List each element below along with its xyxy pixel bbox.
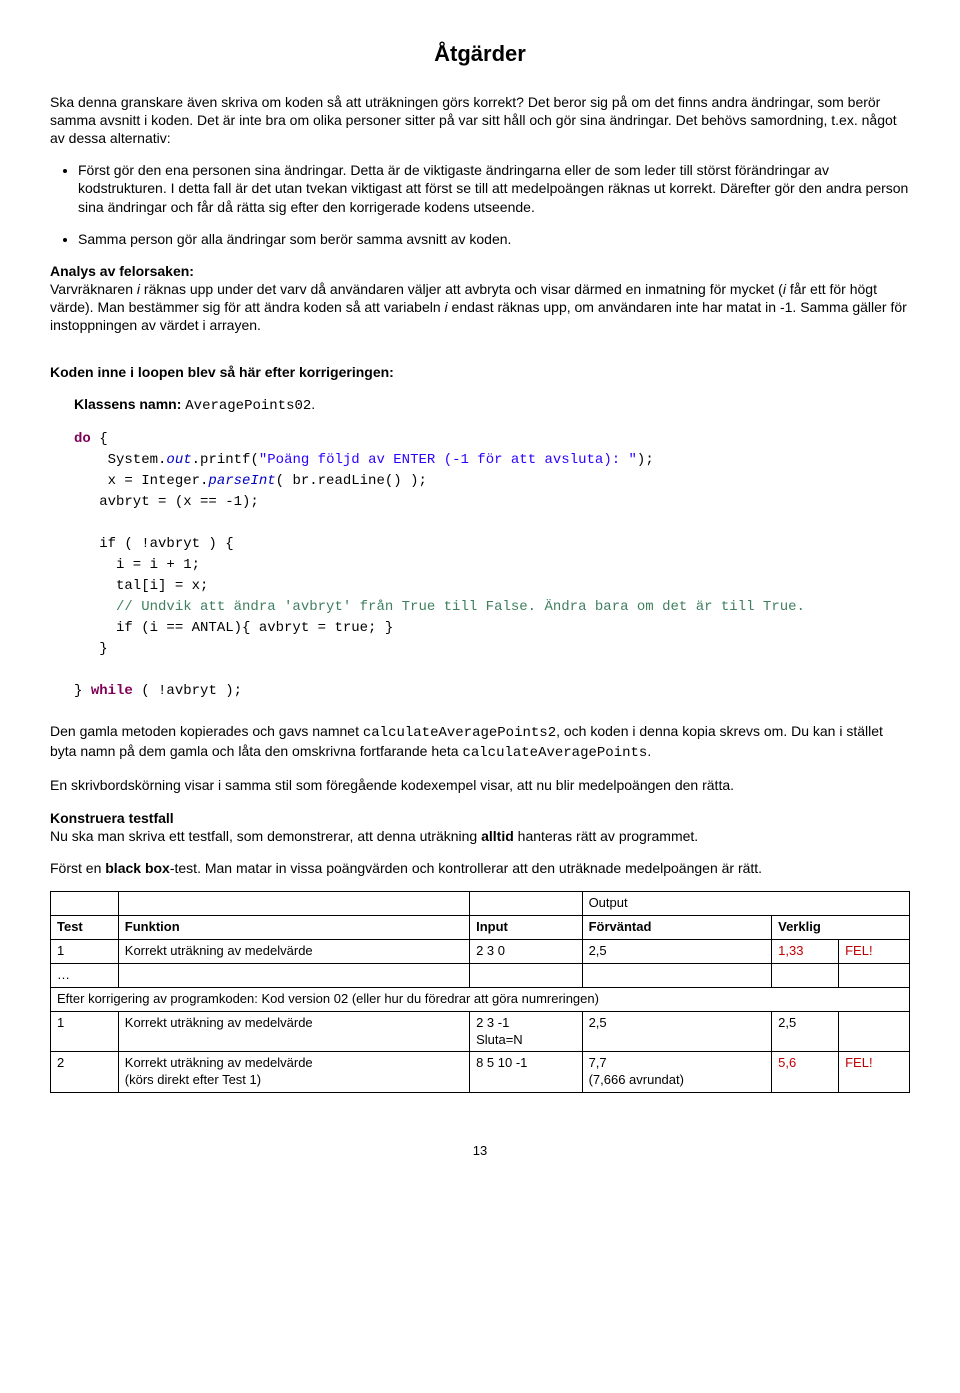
bullet-list: Först gör den ena personen sina ändringa…	[50, 161, 910, 248]
text: .	[647, 743, 651, 759]
text: Den gamla metoden kopierades och gavs na…	[50, 723, 363, 739]
code: i = i + 1;	[74, 557, 200, 573]
code: System.	[74, 452, 166, 468]
page-title: Åtgärder	[50, 40, 910, 69]
col-verklig: Verklig	[772, 916, 910, 940]
code: if (i == ANTAL){ avbryt = true; }	[74, 620, 393, 636]
intro-para: Ska denna granskare även skriva om koden…	[50, 93, 910, 148]
expected-line: 7,7	[589, 1055, 607, 1070]
code: ( br.readLine() );	[276, 473, 427, 489]
code: ( !avbryt );	[133, 683, 242, 699]
input-line: 2 3 -1	[476, 1015, 509, 1030]
cell-fel: FEL!	[839, 939, 910, 963]
table-row: Efter korrigering av programkoden: Kod v…	[51, 987, 910, 1011]
copy-method-para: Den gamla metoden kopierades och gavs na…	[50, 722, 910, 762]
text: Varvräknaren	[50, 281, 137, 297]
code-comment: // Undvik att ändra 'avbryt' från True t…	[74, 599, 805, 615]
text: Nu ska man skriva ett testfall, som demo…	[50, 828, 481, 844]
expected-line: (7,666 avrundat)	[589, 1072, 684, 1087]
cell-dots: …	[51, 963, 119, 987]
code: avbryt = (x == -1);	[74, 494, 259, 510]
code: x = Integer.	[74, 473, 208, 489]
code: );	[637, 452, 654, 468]
code: tal[i] = x;	[74, 578, 208, 594]
page-number: 13	[50, 1143, 910, 1160]
cell: 1	[51, 1011, 119, 1052]
cell-fel: FEL!	[839, 1052, 910, 1093]
code: .printf(	[192, 452, 259, 468]
field-out: out	[166, 452, 191, 468]
list-item: Samma person gör alla ändringar som berö…	[78, 230, 910, 248]
emph-alltid: alltid	[481, 828, 514, 844]
emph-blackbox: black box	[105, 860, 170, 876]
table-row: 2 Korrekt uträkning av medelvärde (körs …	[51, 1052, 910, 1093]
cell: 2,5	[582, 939, 772, 963]
cell: 7,7 (7,666 avrundat)	[582, 1052, 772, 1093]
table-row: …	[51, 963, 910, 987]
analysis-para: Analys av felorsaken: Varvräknaren i räk…	[50, 262, 910, 335]
input-line: Sluta=N	[476, 1032, 523, 1047]
text: Först en	[50, 860, 105, 876]
cell: 1	[51, 939, 119, 963]
table-row: Output	[51, 892, 910, 916]
construct-heading: Konstruera testfall	[50, 810, 174, 826]
cell: 2 3 0	[470, 939, 582, 963]
code-block: do { System.out.printf("Poäng följd av E…	[74, 429, 910, 702]
table-row: 1 Korrekt uträkning av medelvärde 2 3 -1…	[51, 1011, 910, 1052]
cell: Korrekt uträkning av medelvärde (körs di…	[118, 1052, 469, 1093]
func-line: Korrekt uträkning av medelvärde	[125, 1055, 313, 1070]
test-table: Output Test Funktion Input Förväntad Ver…	[50, 891, 910, 1093]
cell: 2 3 -1 Sluta=N	[470, 1011, 582, 1052]
class-label: Klassens namn:	[74, 396, 185, 412]
table-row: 1 Korrekt uträkning av medelvärde 2 3 0 …	[51, 939, 910, 963]
cell	[839, 1011, 910, 1052]
col-funktion: Funktion	[118, 916, 469, 940]
analysis-heading: Analys av felorsaken:	[50, 263, 194, 279]
col-input: Input	[470, 916, 582, 940]
keyword-do: do	[74, 431, 91, 447]
col-test: Test	[51, 916, 119, 940]
func-line: (körs direkt efter Test 1)	[125, 1072, 261, 1087]
cell: Korrekt uträkning av medelvärde	[118, 1011, 469, 1052]
cell: 2	[51, 1052, 119, 1093]
construct-heading-para: Konstruera testfall Nu ska man skriva et…	[50, 809, 910, 845]
class-name-line: Klassens namn: AveragePoints02.	[74, 395, 910, 415]
method-parseInt: parseInt	[208, 473, 275, 489]
code: }	[74, 683, 91, 699]
list-item: Först gör den ena personen sina ändringa…	[78, 161, 910, 216]
string-literal: "Poäng följd av ENTER (-1 för att avslut…	[259, 452, 637, 468]
cell: 2,5	[582, 1011, 772, 1052]
cell-verklig: 5,6	[772, 1052, 839, 1093]
cell: 8 5 10 -1	[470, 1052, 582, 1093]
method-name: calculateAveragePoints2	[363, 725, 556, 741]
correction-note: Efter korrigering av programkoden: Kod v…	[51, 987, 910, 1011]
text: -test. Man matar in vissa poängvärden oc…	[170, 860, 762, 876]
loop-heading: Koden inne i loopen blev så här efter ko…	[50, 363, 910, 381]
method-name: calculateAveragePoints	[462, 745, 647, 761]
desk-run-para: En skrivbordskörning visar i samma stil …	[50, 776, 910, 794]
class-name: AveragePoints02	[185, 398, 311, 414]
blackbox-para: Först en black box-test. Man matar in vi…	[50, 859, 910, 877]
cell: 2,5	[772, 1011, 839, 1052]
col-forvantad: Förväntad	[582, 916, 772, 940]
cell: Korrekt uträkning av medelvärde	[118, 939, 469, 963]
text: hanteras rätt av programmet.	[514, 828, 698, 844]
code: if ( !avbryt ) {	[74, 536, 234, 552]
code: {	[91, 431, 108, 447]
cell-verklig: 1,33	[772, 939, 839, 963]
keyword-while: while	[91, 683, 133, 699]
output-header: Output	[582, 892, 909, 916]
code: }	[74, 641, 108, 657]
table-header-row: Test Funktion Input Förväntad Verklig	[51, 916, 910, 940]
text: räknas upp under det varv då användaren …	[140, 281, 783, 297]
